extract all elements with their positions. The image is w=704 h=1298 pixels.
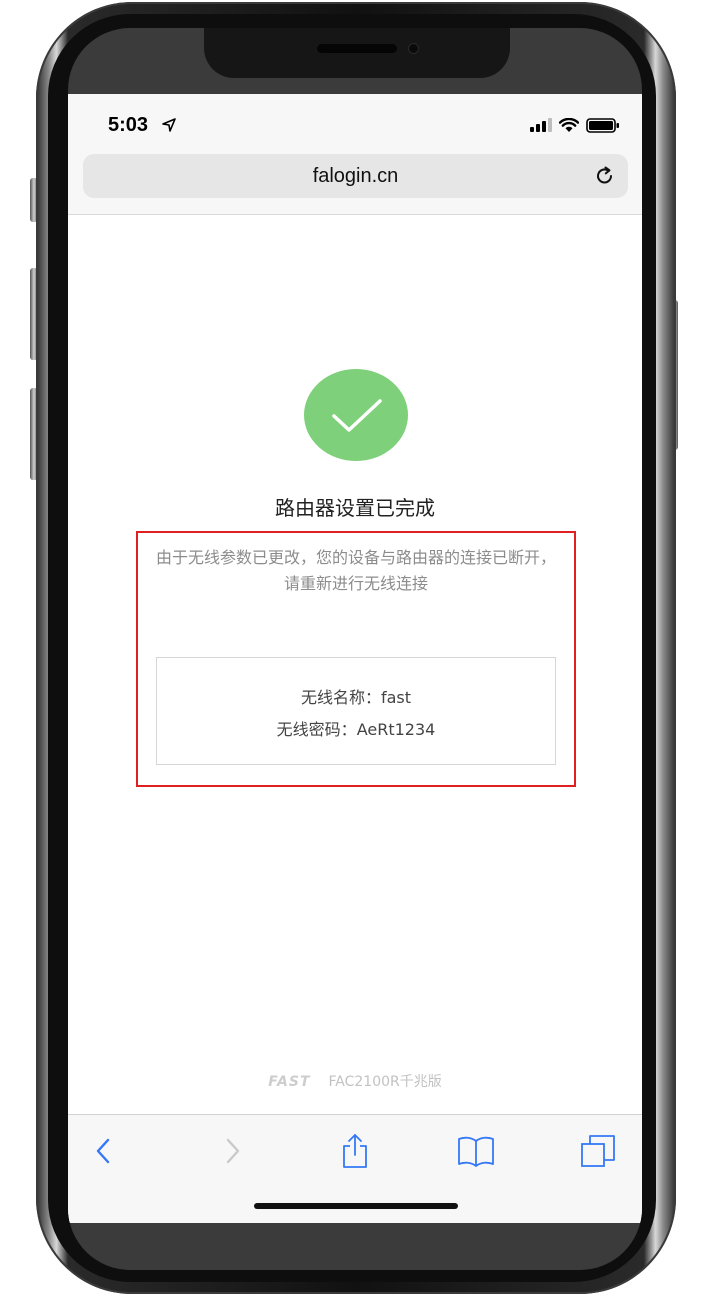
web-page: 路由器设置已完成 由于无线参数已更改，您的设备与路由器的连接已断开，请重新进行无… [68, 215, 642, 1115]
address-bar[interactable]: falogin.cn [83, 154, 628, 198]
bookmarks-icon [458, 1136, 494, 1167]
tabs-button[interactable] [578, 1133, 618, 1169]
checkmark-icon [332, 399, 382, 432]
forward-button[interactable] [212, 1133, 252, 1169]
safari-toolbar [68, 1114, 642, 1223]
model-name: FAC2100R千兆版 [328, 1074, 442, 1090]
brand-logo: FAST [268, 1074, 311, 1090]
status-icons [530, 117, 620, 133]
wifi-password-label: 无线密码： [276, 720, 357, 739]
page-title: 路由器设置已完成 [275, 496, 435, 520]
battery-icon [586, 117, 619, 133]
highlight-box: 由于无线参数已更改，您的设备与路由器的连接已断开，请重新进行无线连接 无线名称：… [136, 531, 576, 787]
forward-icon [226, 1138, 240, 1164]
back-button[interactable] [84, 1133, 124, 1169]
disconnect-notice: 由于无线参数已更改，您的设备与路由器的连接已断开，请重新进行无线连接 [155, 548, 556, 593]
earpiece-speaker [317, 44, 397, 53]
wifi-name-line: 无线名称：fast [157, 684, 555, 708]
tabs-icon [581, 1135, 615, 1167]
wifi-icon [559, 117, 579, 132]
success-badge [304, 369, 408, 461]
status-time: 5:03 [108, 114, 149, 136]
location-arrow-icon [162, 118, 176, 132]
home-indicator[interactable] [254, 1203, 458, 1209]
safari-content: 5:03 falogin.cn 路由器设置已完成 由于无线参数已更改，您的设备与… [68, 94, 642, 1223]
wifi-password-line: 无线密码：AeRt1234 [157, 716, 555, 740]
share-button[interactable] [335, 1133, 375, 1169]
address-bar-area: falogin.cn [68, 150, 642, 215]
bookmarks-button[interactable] [456, 1133, 496, 1169]
wifi-password-value: AeRt1234 [356, 720, 436, 739]
front-camera [409, 44, 418, 53]
signal-icon [530, 118, 552, 132]
url-text[interactable]: falogin.cn [83, 154, 628, 198]
status-bar: 5:03 [68, 94, 642, 150]
wifi-name-label: 无线名称： [300, 688, 381, 707]
back-icon [96, 1138, 110, 1164]
reload-icon[interactable] [594, 165, 616, 187]
phone-screen: 5:03 falogin.cn 路由器设置已完成 由于无线参数已更改，您的设备与… [68, 28, 642, 1270]
wifi-credentials-box: 无线名称：fast 无线密码：AeRt1234 [156, 657, 556, 765]
footer-brand: FAST FAC2100R千兆版 [68, 1071, 642, 1091]
wifi-name-value: fast [380, 688, 412, 707]
notch [204, 28, 510, 78]
share-icon [343, 1134, 367, 1168]
screenshot-stage: 5:03 falogin.cn 路由器设置已完成 由于无线参数已更改，您的设备与… [0, 0, 704, 1298]
